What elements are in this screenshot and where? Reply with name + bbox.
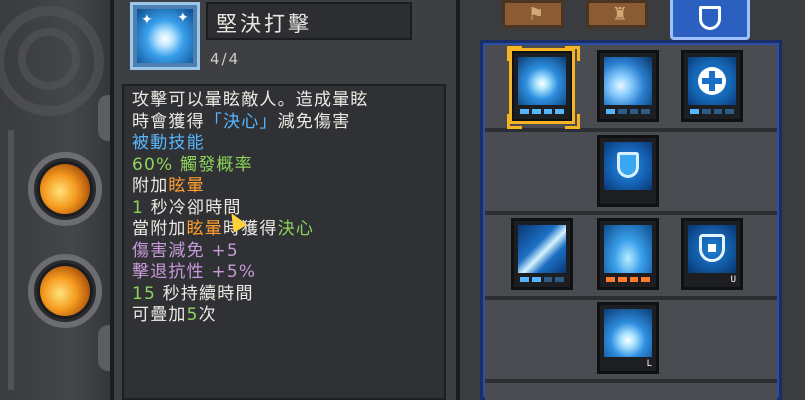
selection-corner [507, 114, 522, 129]
description-segment: 被動技能 [132, 133, 205, 153]
pillar-icon [604, 225, 652, 273]
skill-node-slash[interactable] [511, 218, 573, 290]
description-line: 被動技能 [132, 133, 436, 155]
row-divider [485, 296, 777, 300]
description-segment: 「決心」 [204, 111, 278, 132]
row-divider [485, 211, 777, 215]
ornament-rail [8, 130, 14, 390]
skill-icon-frame: ✦ ✦ [130, 2, 200, 70]
description-line: 60% 觸發概率 [132, 155, 436, 177]
skill-slot-slash-icon[interactable] [28, 254, 102, 328]
description-segment: 時會獲得 [132, 111, 205, 132]
skill-node-shield-bash[interactable] [597, 50, 659, 122]
skill-rank-pips [520, 109, 564, 114]
plus-icon [688, 57, 736, 105]
description-line: 時會獲得「決心」減免傷害 [132, 112, 436, 134]
skill-slot-fire-icon[interactable] [28, 152, 102, 226]
description-line: 傷害減免 +5 [132, 241, 436, 263]
skill-node-ground-smash[interactable]: L [597, 302, 659, 374]
description-line: 附加眩暈 [132, 176, 436, 198]
rock-impact-icon [604, 57, 652, 105]
skill-node-pillar[interactable] [597, 218, 659, 290]
description-segment: 附加 [132, 176, 169, 196]
skill-node-guard[interactable] [597, 135, 659, 207]
description-segment: 60% 觸發概率 [132, 154, 253, 175]
description-segment: 1 [132, 197, 145, 218]
description-segment: 減免傷害 [277, 111, 351, 132]
skill-node-heal[interactable] [681, 50, 743, 122]
description-segment: 當附加 [132, 219, 187, 239]
skill-description: 攻擊可以暈眩敵人。造成暈眩 時會獲得「決心」減免傷害 被動技能 60% 觸發概率 附加眩… [122, 84, 446, 400]
description-segment: 傷害減免 +5 [132, 240, 239, 261]
selection-corner [565, 46, 580, 61]
title-box: 堅決打擊 [206, 2, 412, 40]
description-segment: 可疊加 [132, 305, 187, 325]
description-segment: 15 [132, 283, 157, 304]
node-badge: U [730, 275, 736, 285]
skill-level: 4/4 [210, 50, 241, 68]
node-badge: L [646, 359, 652, 369]
description-line: 可疊加5次 [132, 305, 436, 327]
ornament-ring-inner [18, 28, 80, 90]
row-divider [485, 128, 777, 132]
starburst-icon [518, 57, 566, 105]
skill-rank-pips [606, 277, 650, 282]
shield-icon [699, 6, 721, 30]
description-line: 當附加眩暈時獲得決心 [132, 219, 436, 241]
description-segment: 擊退抗性 +5% [132, 262, 257, 282]
skill-rank-pips [520, 277, 564, 282]
description-segment: 決心 [277, 219, 315, 239]
tab-skills-2[interactable]: ♜ [586, 0, 648, 28]
tab-skills-1[interactable]: ⚑ [502, 0, 564, 28]
description-segment: 眩暈 [168, 176, 205, 196]
smash-icon [604, 309, 652, 357]
skill-rank-pips [606, 109, 650, 114]
skill-tooltip: ✦ ✦ 堅決打擊 4/4 攻擊可以暈眩敵人。造成暈眩 時會獲得「決心」減免傷害 被動… [110, 0, 460, 400]
skill-rank-pips [690, 109, 734, 114]
skill-node-fortify[interactable]: U [681, 218, 743, 290]
slash-icon [518, 225, 566, 273]
description-line: 擊退抗性 +5% [132, 262, 436, 284]
description-line: 1 秒冷卻時間 [132, 198, 436, 220]
description-segment: 次 [198, 305, 217, 325]
helmet-icon: ♜ [611, 4, 629, 25]
description-segment: 5 [186, 305, 199, 325]
house-shield-icon [688, 225, 736, 273]
shield-icon [604, 142, 652, 190]
description-segment: 眩暈 [186, 219, 224, 239]
tab-defense[interactable] [670, 0, 750, 40]
selection-corner [507, 46, 522, 61]
row-divider [485, 379, 777, 383]
description-segment: 秒持續時間 [156, 283, 254, 304]
description-line: 攻擊可以暈眩敵人。造成暈眩 [132, 90, 436, 112]
description-line: 15 秒持續時間 [132, 284, 436, 306]
description-segment: 攻擊可以暈眩敵人。造成暈眩 [132, 90, 369, 110]
banner-icon: ⚑ [527, 4, 545, 25]
skill-title: 堅決打擊 [216, 12, 312, 36]
selection-corner [565, 114, 580, 129]
